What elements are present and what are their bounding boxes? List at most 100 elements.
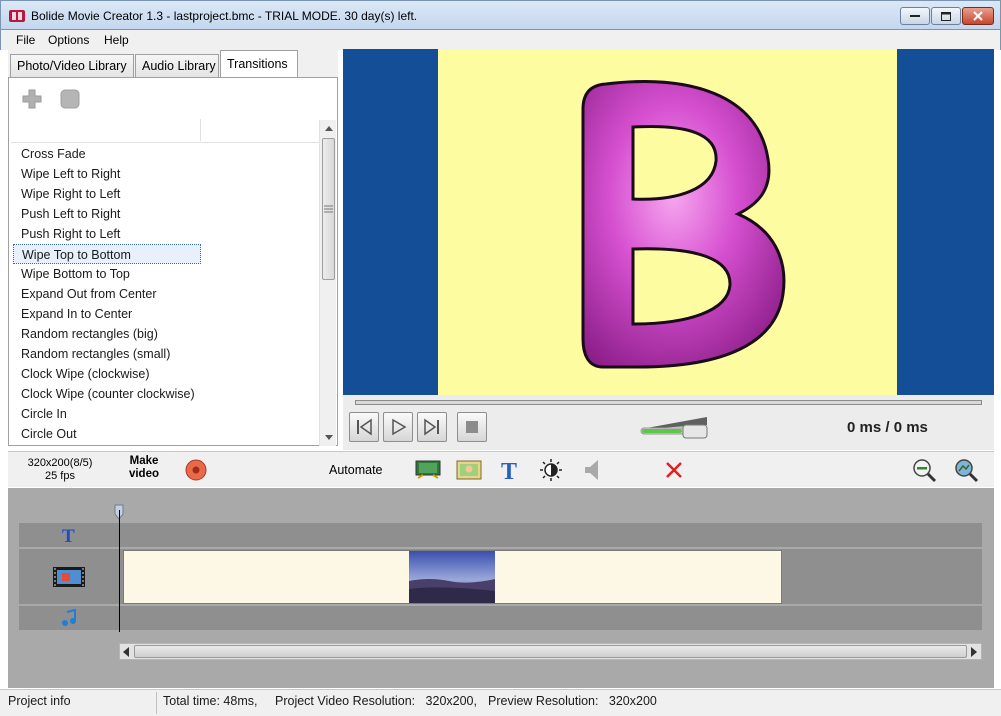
edit-toolbar: 320x200(8/5) 25 fps Make video Automate … <box>8 451 994 487</box>
resolution-text: 320x200(8/5) <box>27 457 93 469</box>
video-clip[interactable] <box>123 550 782 604</box>
list-item[interactable]: Circle Out <box>13 424 201 444</box>
landscape-thumbnail <box>409 551 495 603</box>
list-column-header[interactable] <box>11 119 201 141</box>
zoom-out-button[interactable] <box>911 457 937 483</box>
list-item[interactable]: Circle In <box>13 404 201 424</box>
status-divider <box>156 692 157 714</box>
list-item[interactable]: Push Left to Right <box>13 204 201 224</box>
photo-icon <box>456 460 482 480</box>
automate-button[interactable]: Automate <box>329 463 383 477</box>
play-icon <box>392 418 407 436</box>
list-item[interactable]: Push Right to Left <box>13 224 201 244</box>
close-icon <box>973 11 983 21</box>
stop-icon <box>466 421 478 433</box>
time-readout: 0 ms / 0 ms <box>847 419 928 436</box>
status-bar: Project info Total time: 48ms, Project V… <box>0 689 1001 716</box>
volume-button[interactable] <box>580 457 606 483</box>
text-track-icon: T <box>62 526 75 544</box>
list-item[interactable]: Expand In to Center <box>13 304 201 324</box>
list-scrollbar[interactable] <box>319 120 336 446</box>
film-reel-icon <box>9 10 25 22</box>
total-time-status: Total time: 48ms, <box>163 694 258 708</box>
fps-text: 25 fps <box>45 470 75 482</box>
previous-button[interactable] <box>349 412 379 442</box>
brightness-button[interactable] <box>538 457 564 483</box>
list-item[interactable]: Expand Out from Center <box>13 284 201 304</box>
video-track-icon <box>52 566 85 587</box>
zoom-fit-icon <box>955 459 979 483</box>
list-header <box>11 119 319 143</box>
scroll-thumb[interactable] <box>322 138 335 280</box>
list-item[interactable]: Cross Fade <box>13 144 201 164</box>
tab-audio-library[interactable]: Audio Library <box>135 54 219 78</box>
brightness-icon <box>540 459 562 481</box>
library-panel: Photo/Video Library Audio Library Transi… <box>8 50 338 446</box>
list-item[interactable]: Wipe Right to Left <box>13 184 201 204</box>
record-button[interactable] <box>183 457 209 483</box>
transitions-pane: Cross Fade Wipe Left to Right Wipe Right… <box>8 77 338 446</box>
next-button[interactable] <box>417 412 447 442</box>
list-item[interactable]: Random rectangles (big) <box>13 324 201 344</box>
audio-track[interactable] <box>19 606 982 630</box>
text-icon: T <box>501 459 517 482</box>
audio-track-icon <box>61 609 76 626</box>
playback-controls: 0 ms / 0 ms <box>343 395 994 450</box>
list-item[interactable]: Clock Wipe (clockwise) <box>13 364 201 384</box>
stop-button[interactable] <box>457 412 487 442</box>
make-video-label: Make <box>129 455 159 467</box>
scroll-down-icon[interactable] <box>320 429 337 446</box>
next-icon <box>424 418 439 436</box>
minimize-button[interactable] <box>900 7 930 25</box>
scroll-up-icon[interactable] <box>320 120 337 137</box>
preview-area <box>343 49 994 395</box>
preview-resolution-status: Preview Resolution: 320x200 <box>488 694 657 708</box>
tab-photo-video-library[interactable]: Photo/Video Library <box>10 54 134 78</box>
scroll-left-icon[interactable] <box>123 647 130 657</box>
list-item[interactable]: Wipe Bottom to Top <box>13 264 201 284</box>
svg-text:T: T <box>62 526 75 544</box>
volume-slider[interactable] <box>639 415 711 441</box>
project-info: Project info <box>8 694 71 708</box>
timeline-scroll-thumb[interactable] <box>134 645 967 658</box>
volume-thumb <box>682 424 708 439</box>
menu-help[interactable]: Help <box>104 33 129 47</box>
menu-file[interactable]: File <box>16 33 35 47</box>
resolution-info: 320x200(8/5) 25 fps <box>8 457 112 483</box>
list-item[interactable]: Random rectangles (small) <box>13 344 201 364</box>
maximize-icon <box>941 11 951 21</box>
menu-options[interactable]: Options <box>48 33 89 47</box>
zoom-out-icon <box>913 459 937 483</box>
current-time: 0 ms <box>847 419 882 436</box>
text-track[interactable] <box>19 523 982 547</box>
scroll-right-icon[interactable] <box>971 647 978 657</box>
add-video-button[interactable] <box>415 457 441 483</box>
list-item[interactable]: Clock Wipe (counter clockwise) <box>13 384 201 404</box>
film-strip-icon <box>415 460 441 479</box>
make-video-label: video <box>128 468 160 480</box>
close-button[interactable] <box>962 7 994 25</box>
add-icon[interactable] <box>21 88 43 110</box>
transitions-list: Cross Fade Wipe Left to Right Wipe Right… <box>11 144 319 444</box>
timeline-scrollbar[interactable] <box>119 643 982 660</box>
make-video-button[interactable]: Make video <box>124 455 164 481</box>
play-button[interactable] <box>383 412 413 442</box>
zoom-fit-button[interactable] <box>953 457 979 483</box>
list-item[interactable]: Wipe Left to Right <box>13 164 201 184</box>
remove-icon[interactable] <box>59 88 81 110</box>
tab-transitions[interactable]: Transitions <box>220 50 298 78</box>
delete-icon <box>666 462 682 478</box>
svg-text:T: T <box>501 459 517 482</box>
list-item-selected[interactable]: Wipe Top to Bottom <box>13 244 201 264</box>
playback-progress-bar[interactable] <box>355 400 982 405</box>
letter-b-image <box>581 80 786 369</box>
maximize-button[interactable] <box>931 7 961 25</box>
add-text-button[interactable]: T <box>497 457 523 483</box>
volume-icon <box>585 460 598 480</box>
delete-button[interactable] <box>661 457 687 483</box>
record-icon <box>185 459 207 481</box>
minimize-icon <box>910 15 920 17</box>
add-photo-button[interactable] <box>456 457 482 483</box>
title-bar: Bolide Movie Creator 1.3 - lastproject.b… <box>0 0 1001 30</box>
video-resolution-status: Project Video Resolution: 320x200, <box>275 694 477 708</box>
